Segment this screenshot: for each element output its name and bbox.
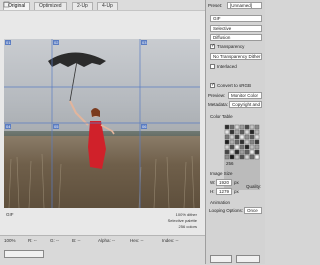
width-label: W: <box>210 180 216 185</box>
hand-tool-icon[interactable] <box>3 1 10 8</box>
index-readout: Index: -- <box>162 238 179 243</box>
image-preview[interactable]: 01 02 03 04 05 06 <box>4 39 200 208</box>
slice-label[interactable]: 03 <box>141 40 148 45</box>
format-select[interactable]: GIF <box>210 15 262 22</box>
slice-overlay: 01 02 03 04 05 06 <box>4 39 200 208</box>
color-reduction-select[interactable]: Selective <box>210 25 262 32</box>
preset-label: Preset: <box>208 3 223 8</box>
zoom-level[interactable]: 100% <box>4 238 16 243</box>
image-size-label: Image Size <box>210 171 233 176</box>
convert-srgb-checkbox[interactable] <box>210 82 215 88</box>
metadata-select[interactable]: Copyright and Contact Info <box>229 101 262 108</box>
transparency-dither-select[interactable]: No Transparency Dither <box>210 53 262 60</box>
hex-readout: Hex: -- <box>130 238 144 243</box>
looping-options-select[interactable]: Once <box>244 207 262 214</box>
height-input[interactable]: 1279 <box>216 188 232 195</box>
color-count-readout: 256 colors <box>178 224 197 229</box>
preview-label: Preview: <box>208 93 226 98</box>
slice-label[interactable]: 01 <box>5 40 12 45</box>
quality-label: Quality: <box>246 184 262 189</box>
transparency-checkbox[interactable] <box>210 43 215 49</box>
height-label: H: <box>210 189 215 194</box>
color-count: 256 <box>226 161 234 166</box>
tab-optimized[interactable]: Optimized <box>34 2 67 10</box>
slice-label[interactable]: 02 <box>53 40 60 45</box>
cancel-button[interactable] <box>236 255 260 263</box>
color-table-label: Color Table <box>210 114 233 119</box>
preview-select[interactable]: Monitor Color <box>228 92 262 99</box>
slice-label[interactable]: 06 <box>141 124 148 129</box>
save-button[interactable] <box>210 255 232 263</box>
tab-2-up[interactable]: 2-Up <box>72 2 93 10</box>
width-unit: px <box>234 180 239 185</box>
looping-options-label: Looping Options: <box>209 208 244 213</box>
slice-label[interactable]: 05 <box>53 124 60 129</box>
status-bar: 100% R: -- G: -- B: -- Alpha: -- Hex: --… <box>0 235 205 265</box>
slice-label[interactable]: 04 <box>5 124 12 129</box>
animation-label: Animation <box>210 200 231 205</box>
preset-select[interactable]: [Unnamed] <box>227 2 262 9</box>
height-unit: px <box>234 189 239 194</box>
preview-canvas-frame: 01 02 03 04 05 06 GIF 100% dither Select… <box>0 10 205 236</box>
alpha-readout: Alpha: -- <box>98 238 116 243</box>
interlaced-label: Interlaced <box>217 64 237 69</box>
dither-readout: 100% dither <box>175 212 197 217</box>
width-input[interactable]: 1920 <box>216 179 232 186</box>
tab-4-up[interactable]: 4-Up <box>97 2 118 10</box>
preview-button[interactable] <box>4 250 44 258</box>
dither-select[interactable]: Diffusion <box>210 34 262 41</box>
interlaced-checkbox[interactable] <box>210 64 215 69</box>
format-readout: GIF <box>6 212 14 217</box>
r-readout: R: -- <box>28 238 37 243</box>
convert-srgb-label: Convert to sRGB <box>217 83 252 88</box>
g-readout: G: -- <box>50 238 59 243</box>
palette-readout: Selective palette <box>167 218 197 223</box>
transparency-label: Transparency <box>217 44 245 49</box>
metadata-label: Metadata: <box>208 102 229 107</box>
b-readout: B: -- <box>72 238 81 243</box>
